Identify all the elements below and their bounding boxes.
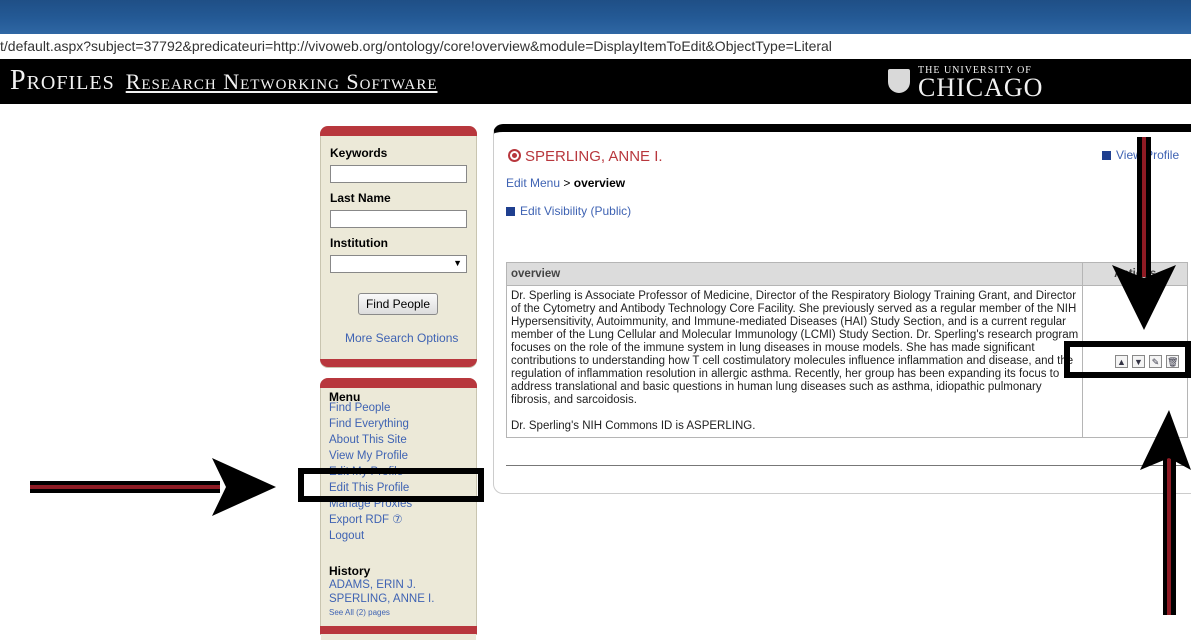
radio-icon bbox=[508, 149, 521, 162]
menu-item-find-everything[interactable]: Find Everything bbox=[329, 416, 472, 432]
profile-edit-card: SPERLING, ANNE I. View Profile Edit Menu… bbox=[493, 124, 1191, 494]
divider bbox=[506, 465, 1188, 466]
more-search-options-link[interactable]: More Search Options bbox=[345, 331, 458, 345]
edit-visibility-link[interactable]: Edit Visibility (Public) bbox=[506, 204, 631, 218]
arrow-right-icon bbox=[30, 458, 276, 516]
view-profile-label: View Profile bbox=[1116, 148, 1180, 162]
keywords-label: Keywords bbox=[330, 146, 388, 160]
profile-name: SPERLING, ANNE I. bbox=[525, 148, 663, 165]
lastname-input[interactable] bbox=[330, 210, 467, 228]
institution-label: Institution bbox=[330, 236, 388, 250]
menu-item-find-people[interactable]: Find People bbox=[329, 400, 472, 416]
panel-top-bar bbox=[320, 378, 477, 388]
university-shield-icon bbox=[888, 69, 910, 93]
keywords-input[interactable] bbox=[330, 165, 467, 183]
profile-name-heading: SPERLING, ANNE I. bbox=[508, 148, 663, 165]
breadcrumb-separator: > bbox=[563, 176, 571, 190]
view-profile-link[interactable]: View Profile bbox=[1102, 148, 1179, 162]
panel-bottom-bar bbox=[320, 359, 477, 367]
institution-select[interactable]: ▼ bbox=[330, 255, 467, 273]
breadcrumb-current: overview bbox=[573, 176, 626, 190]
brand-subtitle: Research Networking Software bbox=[125, 69, 438, 94]
panel-bottom-bar bbox=[320, 626, 477, 634]
arrow-square-icon bbox=[506, 207, 515, 216]
actions-column-header: Actions bbox=[1082, 262, 1188, 286]
menu-item-logout[interactable]: Logout bbox=[329, 528, 472, 544]
breadcrumb: Edit Menu > overview bbox=[506, 176, 625, 190]
overview-commons-id: Dr. Sperling's NIH Commons ID is ASPERLI… bbox=[511, 420, 756, 432]
menu-item-view-my-profile[interactable]: View My Profile bbox=[329, 448, 472, 464]
site-logo[interactable]: Profiles Research Networking Software bbox=[10, 65, 438, 97]
site-header: Profiles Research Networking Software TH… bbox=[0, 59, 1191, 104]
edit-visibility-label: Edit Visibility (Public) bbox=[520, 204, 632, 218]
history-item[interactable]: ADAMS, ERIN J. bbox=[329, 579, 416, 591]
brand-title: Profiles bbox=[10, 65, 115, 96]
browser-title-bar bbox=[0, 0, 1191, 34]
search-panel: Keywords Last Name Institution ▼ Find Pe… bbox=[320, 126, 477, 368]
menu-panel: Menu Find People Find Everything About T… bbox=[320, 378, 477, 640]
find-people-button[interactable]: Find People bbox=[358, 293, 438, 315]
history-title: History bbox=[329, 564, 371, 578]
lastname-label: Last Name bbox=[330, 191, 391, 205]
address-bar[interactable]: t/default.aspx?subject=37792&predicateur… bbox=[0, 36, 1191, 56]
see-all-history-link[interactable]: See All (2) pages bbox=[329, 608, 390, 617]
menu-item-about[interactable]: About This Site bbox=[329, 432, 472, 448]
highlight-box-edit-my-profile bbox=[298, 468, 484, 502]
menu-item-export-rdf[interactable]: Export RDF ⑦ bbox=[329, 512, 472, 528]
chevron-down-icon: ▼ bbox=[453, 258, 462, 268]
history-item[interactable]: SPERLING, ANNE I. bbox=[329, 593, 434, 605]
arrow-square-icon bbox=[1102, 151, 1111, 160]
overview-column-header: overview bbox=[505, 262, 1084, 286]
overview-text-cell: Dr. Sperling is Associate Professor of M… bbox=[505, 285, 1084, 438]
panel-top-bar bbox=[320, 126, 477, 136]
highlight-box-action-icons bbox=[1064, 341, 1191, 378]
breadcrumb-edit-menu-link[interactable]: Edit Menu bbox=[506, 176, 560, 190]
university-name: CHICAGO bbox=[918, 73, 1044, 102]
overview-paragraph: Dr. Sperling is Associate Professor of M… bbox=[511, 290, 1079, 406]
